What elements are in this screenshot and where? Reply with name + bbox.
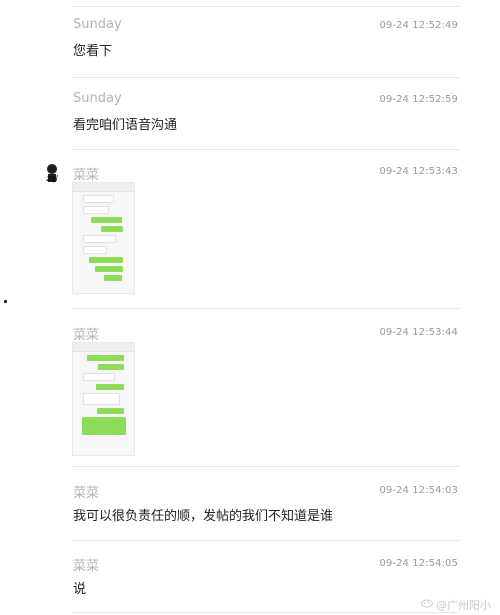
message-time: 09-24 12:53:43 (379, 166, 458, 177)
chat-bubble-left (83, 246, 107, 254)
chat-bubble-left (83, 206, 109, 214)
sender-name: 菜菜 (73, 328, 100, 343)
chat-bubble-right (91, 217, 122, 223)
message-divider (72, 77, 460, 78)
message-time: 09-24 12:52:59 (379, 94, 458, 105)
watermark-text: @广州阳小 (436, 599, 491, 612)
chat-bubble-right (89, 257, 123, 263)
avatar: zql (45, 164, 59, 183)
message-text: 看完咱们语音沟通 (73, 118, 178, 133)
message-divider (72, 466, 460, 467)
message-time: 09-24 12:52:49 (379, 20, 458, 31)
chat-bubble-right (96, 384, 124, 390)
sender-name: Sunday (73, 17, 122, 32)
chat-bubble-left (83, 195, 114, 203)
chat-bubble-right (104, 275, 122, 281)
chat-bubble-left (83, 235, 116, 243)
chat-bubble-left (83, 373, 115, 381)
chat-bubble-right (95, 266, 123, 272)
message-divider (72, 612, 460, 613)
chat-screenshot-image (72, 342, 135, 456)
svg-text:zql: zql (45, 174, 58, 183)
chat-bubble-left (83, 393, 120, 405)
chat-bubble-right (97, 408, 124, 414)
chat-bubble-right (98, 364, 124, 370)
chat-history-page: Sunday 09-24 12:52:49 您看下 Sunday 09-24 1… (0, 0, 500, 615)
message-divider (72, 6, 460, 7)
message-divider (72, 540, 460, 541)
sender-name: 菜菜 (73, 168, 100, 183)
chat-bubble-right (87, 355, 124, 361)
chat-bubble-right (101, 226, 123, 232)
message-time: 09-24 12:54:03 (379, 485, 458, 496)
sender-name: 菜菜 (73, 559, 100, 574)
message-time: 09-24 12:53:44 (379, 327, 458, 338)
weibo-icon (421, 599, 433, 608)
chat-bubble-right (82, 417, 126, 435)
message-divider (72, 308, 460, 309)
message-time: 09-24 12:54:05 (379, 558, 458, 569)
bullet-dot (4, 300, 7, 303)
chat-screenshot-image (72, 182, 135, 294)
message-divider (72, 149, 460, 150)
sender-name: Sunday (73, 91, 122, 106)
sender-name: 菜菜 (73, 486, 100, 501)
message-text: 说 (73, 582, 87, 597)
chat-screenshot-header (73, 183, 134, 192)
watermark: @广州阳小 (420, 597, 492, 612)
message-text: 我可以很负责任的顺，发帖的我们不知道是谁 (73, 509, 334, 524)
chat-screenshot-header (73, 343, 134, 352)
message-text: 您看下 (73, 44, 113, 59)
